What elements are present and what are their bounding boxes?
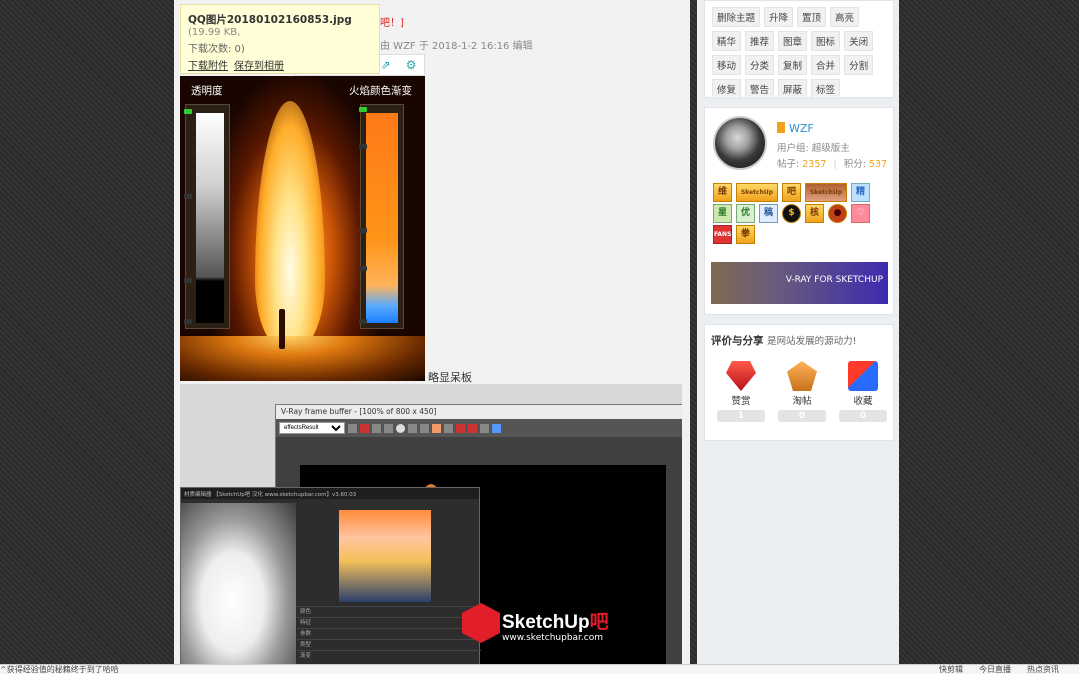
collect-thread-button[interactable]: 淘帖 0 (778, 361, 826, 422)
mod-button[interactable]: 修复 (712, 79, 742, 99)
mod-button[interactable]: 分类 (745, 55, 775, 75)
material-row: 参数 (297, 628, 481, 639)
medal-icon[interactable]: 吧 (782, 183, 801, 202)
blocks-icon (848, 361, 878, 391)
mod-button[interactable]: 分割 (844, 55, 874, 75)
medal-icon[interactable]: 核 (805, 204, 824, 223)
mod-button[interactable]: 推荐 (745, 31, 775, 51)
mod-button[interactable]: 删除主题 (712, 7, 761, 27)
avatar[interactable] (713, 116, 767, 170)
post-edit-note: 由 WZF 于 2018-1-2 16:16 编辑 (380, 41, 533, 52)
watermark-url: www.sketchupbar.com (502, 633, 604, 643)
post-count: 2357 (802, 159, 827, 170)
mod-button[interactable]: 升降 (764, 7, 794, 27)
medal-icon[interactable]: ● (828, 204, 847, 223)
moderation-panel: 删除主题 升降 置顶 高亮精华 推荐 图章 图标 关闭移动 分类 复制 合并 分割修复 警告 屏蔽 标签 (704, 0, 894, 99)
share-title: 评价与分享 是网站发展的源动力! (711, 335, 857, 347)
candle-image[interactable]: 透明度 火焰颜色渐变 (180, 76, 425, 381)
reward-button[interactable]: 赞赏 1 (717, 361, 765, 422)
material-editor-title: 材质编辑器 【SketchUp吧 汉化 www.sketchupbar.com】… (181, 488, 479, 499)
mod-button[interactable]: 置顶 (797, 7, 827, 27)
author-profile-card: WZF 用户组: 超级版主 帖子: 2357 | 积分: 537 维 Sketch… (704, 107, 894, 315)
mod-button[interactable]: 图章 (778, 31, 808, 51)
mod-button[interactable]: 屏蔽 (778, 79, 808, 99)
medal-icon[interactable]: 拳 (736, 225, 755, 244)
attachment-tooltip: QQ图片20180102160853.jpg (19.99 KB, 下载次数: … (180, 4, 380, 74)
phone-icon (777, 122, 785, 133)
medal-icon[interactable]: FANS (713, 225, 732, 244)
share-subtitle: 是网站发展的源动力! (767, 336, 857, 347)
favorite-count: 0 (839, 410, 887, 422)
medal-icon[interactable]: ♡ (851, 204, 870, 223)
medal-icon[interactable]: $ (782, 204, 801, 223)
watermark-brand: SketchUp (502, 612, 590, 633)
material-editor-window: 材质编辑器 【SketchUp吧 汉化 www.sketchupbar.com】… (180, 487, 481, 664)
gradient-preview (339, 510, 431, 602)
mod-button[interactable]: 合并 (811, 55, 841, 75)
candle-flame (255, 101, 325, 351)
taskbar-ticker: ^获得经验值的秘籍终于到了哈哈 (0, 665, 119, 674)
material-row: 特征 (297, 617, 481, 628)
author-group: 用户组: 超级版主 (777, 143, 850, 154)
attachment-filename: QQ图片20180102160853.jpg (188, 14, 352, 26)
mod-button[interactable]: 图标 (811, 31, 841, 51)
mod-button[interactable]: 复制 (778, 55, 808, 75)
vfb-toolbar: effectsResult (276, 419, 682, 437)
medal-icon[interactable]: 优 (736, 204, 755, 223)
flame-color-label: 火焰颜色渐变 (349, 85, 412, 97)
mod-button[interactable]: 警告 (745, 79, 775, 99)
ruby-icon (726, 361, 756, 391)
medal-icon[interactable]: 维 (713, 183, 732, 202)
vfb-channel-select: effectsResult (279, 422, 345, 434)
candle-base (180, 336, 425, 381)
share-panel: 评价与分享 是网站发展的源动力! 赞赏 1 淘帖 0 收藏 0 (704, 324, 894, 441)
material-row: 颜色 (297, 606, 481, 617)
medal-icon[interactable]: SketchUp (736, 183, 778, 202)
image-caption: 略显呆板 (428, 371, 472, 384)
mod-button[interactable]: 高亮 (830, 7, 860, 27)
attachment-size: (19.99 KB, (188, 27, 241, 38)
attachment-downloads: 下载次数: 0) (188, 44, 245, 55)
candle-wick (279, 309, 285, 349)
flame-color-gradient-bar (360, 104, 404, 329)
watermark-brand-suffix: 吧 (589, 612, 609, 633)
medal-icon[interactable]: SketchUp (805, 183, 847, 202)
mod-button[interactable]: 标签 (811, 79, 841, 99)
favorite-button[interactable]: 收藏 0 (839, 361, 887, 422)
collect-count: 0 (778, 410, 826, 422)
material-preview (181, 503, 296, 664)
treasure-box-icon (787, 361, 817, 391)
medal-list: 维 SketchUp 吧 SketchUp 精 星优稿 $ 核 ● ♡ FANS 拳 (711, 182, 891, 245)
material-row: 渐变 (297, 650, 481, 661)
save-to-album-link[interactable]: 保存到相册 (234, 61, 284, 72)
reward-count: 1 (717, 410, 765, 422)
mod-button[interactable]: 精华 (712, 31, 742, 51)
vfb-title: V-Ray frame buffer - [100% of 800 x 450] (276, 405, 682, 419)
medal-icon[interactable]: 星 (713, 204, 732, 223)
mod-button[interactable]: 移动 (712, 55, 742, 75)
taskbar-item[interactable]: 热点资讯 (1027, 665, 1059, 674)
settings-icon[interactable]: ⚙ (403, 57, 419, 73)
opacity-gradient-bar (185, 104, 230, 329)
download-attachment-link[interactable]: 下载附件 (188, 61, 228, 72)
material-row: 类型 (297, 639, 481, 650)
taskbar-item[interactable]: 快剪辑 (939, 665, 963, 674)
mod-button[interactable]: 关闭 (844, 31, 874, 51)
taskbar: ^获得经验值的秘籍终于到了哈哈 快剪辑 今日直播 热点资讯 (0, 664, 1079, 674)
taskbar-item[interactable]: 今日直播 (979, 665, 1011, 674)
vray-banner[interactable]: V-RAY FOR SKETCHUP (711, 262, 888, 304)
points-count: 537 (868, 159, 888, 170)
author-stats: 帖子: 2357 | 积分: 537 (777, 159, 888, 170)
medal-icon[interactable]: 精 (851, 183, 870, 202)
opacity-label: 透明度 (191, 85, 223, 97)
post-red-text: 吧！] (380, 18, 404, 29)
author-username[interactable]: WZF (777, 122, 814, 135)
medal-icon[interactable]: 稿 (759, 204, 778, 223)
